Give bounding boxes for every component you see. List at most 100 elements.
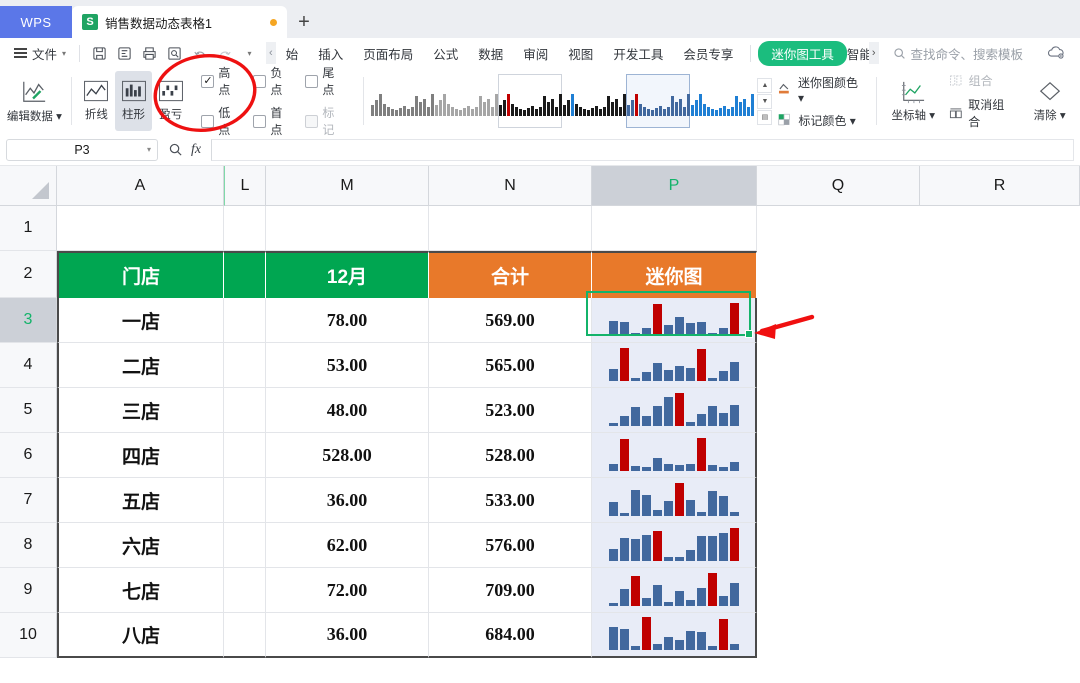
cell-M6-month[interactable]: 528.00 bbox=[266, 433, 429, 478]
cell-A1[interactable] bbox=[57, 206, 224, 251]
cell-P8-sparkline[interactable] bbox=[592, 523, 757, 568]
row-header-6[interactable]: 6 bbox=[0, 433, 57, 478]
cell-P6-sparkline[interactable] bbox=[592, 433, 757, 478]
row-header-7[interactable]: 7 bbox=[0, 478, 57, 523]
save-as-icon[interactable] bbox=[112, 41, 137, 65]
cell-P10-sparkline[interactable] bbox=[592, 613, 757, 658]
cell-A3-store[interactable]: 一店 bbox=[57, 298, 224, 343]
cell-Q5[interactable] bbox=[757, 388, 920, 433]
cell-P4-sparkline[interactable] bbox=[592, 343, 757, 388]
search-command-box[interactable]: 查找命令、搜索模板 bbox=[893, 44, 1024, 63]
style-option-blue-red[interactable] bbox=[626, 74, 690, 128]
row-header-5[interactable]: 5 bbox=[0, 388, 57, 433]
row-header-9[interactable]: 9 bbox=[0, 568, 57, 613]
style-option-black-blue[interactable] bbox=[562, 74, 626, 128]
clear-button[interactable]: 清除 ▾ bbox=[1019, 71, 1080, 131]
cell-A5-store[interactable]: 三店 bbox=[57, 388, 224, 433]
cell-P5-sparkline[interactable] bbox=[592, 388, 757, 433]
column-header-R[interactable]: R bbox=[920, 166, 1080, 206]
cell-M5-month[interactable]: 48.00 bbox=[266, 388, 429, 433]
gallery-expand-button[interactable]: ▤ bbox=[757, 110, 772, 125]
save-icon[interactable] bbox=[87, 41, 112, 65]
cell-Q2[interactable] bbox=[757, 251, 920, 298]
formula-input[interactable] bbox=[211, 139, 1074, 161]
cell-N8-total[interactable]: 576.00 bbox=[429, 523, 592, 568]
cell-A9-store[interactable]: 七店 bbox=[57, 568, 224, 613]
name-box[interactable]: P3 ▾ bbox=[6, 139, 158, 161]
cell-L10[interactable] bbox=[224, 613, 266, 658]
new-tab-button[interactable]: + bbox=[287, 6, 321, 38]
sparkline-type-winloss-button[interactable]: 盈亏 bbox=[152, 71, 189, 131]
cell-Q8[interactable] bbox=[757, 523, 920, 568]
tab-review[interactable]: 审阅 bbox=[513, 41, 558, 66]
magnifier-icon[interactable] bbox=[168, 142, 183, 157]
cell-N9-total[interactable]: 709.00 bbox=[429, 568, 592, 613]
cell-M3-month[interactable]: 78.00 bbox=[266, 298, 429, 343]
cell-N2-total-header[interactable]: 合计 bbox=[429, 251, 592, 298]
cell-N6-total[interactable]: 528.00 bbox=[429, 433, 592, 478]
cell-L1[interactable] bbox=[224, 206, 266, 251]
cell-N1[interactable] bbox=[429, 206, 592, 251]
cell-A8-store[interactable]: 六店 bbox=[57, 523, 224, 568]
style-option-blue[interactable] bbox=[690, 74, 754, 128]
tab-start[interactable]: 始 bbox=[276, 41, 309, 66]
cell-M8-month[interactable]: 62.00 bbox=[266, 523, 429, 568]
file-menu-button[interactable]: 文件 ▾ bbox=[8, 41, 72, 65]
style-option-black-red[interactable] bbox=[498, 74, 562, 128]
cell-Q4[interactable] bbox=[757, 343, 920, 388]
style-option-gray-2[interactable] bbox=[434, 74, 498, 128]
cell-P2-sparkline-header[interactable]: 迷你图 bbox=[592, 251, 757, 298]
cloud-sync-icon[interactable] bbox=[1046, 43, 1066, 66]
column-header-A[interactable]: A bbox=[57, 166, 224, 206]
customize-toolbar-icon[interactable]: ▾ bbox=[237, 41, 262, 65]
cell-Q6[interactable] bbox=[757, 433, 920, 478]
cell-L6[interactable] bbox=[224, 433, 266, 478]
cell-L7[interactable] bbox=[224, 478, 266, 523]
cell-R8[interactable] bbox=[920, 523, 1080, 568]
sparkline-type-line-button[interactable]: 折线 bbox=[78, 71, 115, 131]
checkbox-first-point[interactable]: 首点 bbox=[253, 104, 293, 138]
cell-L3[interactable] bbox=[224, 298, 266, 343]
cell-L9[interactable] bbox=[224, 568, 266, 613]
cell-A7-store[interactable]: 五店 bbox=[57, 478, 224, 523]
row-header-1[interactable]: 1 bbox=[0, 206, 57, 251]
checkbox-negative-point[interactable]: 负点 bbox=[253, 64, 293, 98]
cell-R7[interactable] bbox=[920, 478, 1080, 523]
cell-R10[interactable] bbox=[920, 613, 1080, 658]
gallery-scroll-down-button[interactable]: ▼ bbox=[757, 94, 772, 109]
print-preview-icon[interactable] bbox=[162, 41, 187, 65]
cell-R1[interactable] bbox=[920, 206, 1080, 251]
cell-L5[interactable] bbox=[224, 388, 266, 433]
style-option-gray-1[interactable] bbox=[370, 74, 434, 128]
tab-formula[interactable]: 公式 bbox=[423, 41, 468, 66]
cell-P1[interactable] bbox=[592, 206, 757, 251]
cell-Q3[interactable] bbox=[757, 298, 920, 343]
tab-member[interactable]: 会员专享 bbox=[673, 41, 743, 66]
tabs-scroll-right-icon[interactable]: › bbox=[869, 42, 879, 64]
tab-sparkline-tools[interactable]: 迷你图工具 bbox=[758, 41, 847, 66]
cell-N3-total[interactable]: 569.00 bbox=[429, 298, 592, 343]
cell-N7-total[interactable]: 533.00 bbox=[429, 478, 592, 523]
wps-logo-badge[interactable]: WPS bbox=[0, 6, 72, 38]
row-header-8[interactable]: 8 bbox=[0, 523, 57, 568]
cell-A10-store[interactable]: 八店 bbox=[57, 613, 224, 658]
row-header-4[interactable]: 4 bbox=[0, 343, 57, 388]
print-icon[interactable] bbox=[137, 41, 162, 65]
cell-A6-store[interactable]: 四店 bbox=[57, 433, 224, 478]
axis-button[interactable]: 坐标轴 ▾ bbox=[883, 71, 944, 131]
cell-M7-month[interactable]: 36.00 bbox=[266, 478, 429, 523]
column-header-M[interactable]: M bbox=[266, 166, 429, 206]
cell-Q9[interactable] bbox=[757, 568, 920, 613]
cell-R5[interactable] bbox=[920, 388, 1080, 433]
cell-P3-sparkline[interactable] bbox=[592, 298, 757, 343]
cell-Q7[interactable] bbox=[757, 478, 920, 523]
tab-smart-toolbox[interactable]: 智能工具箱 bbox=[847, 44, 869, 63]
cell-R6[interactable] bbox=[920, 433, 1080, 478]
cell-N4-total[interactable]: 565.00 bbox=[429, 343, 592, 388]
tab-insert[interactable]: 插入 bbox=[308, 41, 353, 66]
cell-M2-month-header[interactable]: 12月 bbox=[266, 251, 429, 298]
row-header-10[interactable]: 10 bbox=[0, 613, 57, 658]
cell-R4[interactable] bbox=[920, 343, 1080, 388]
cell-P7-sparkline[interactable] bbox=[592, 478, 757, 523]
undo-icon[interactable] bbox=[187, 41, 212, 65]
